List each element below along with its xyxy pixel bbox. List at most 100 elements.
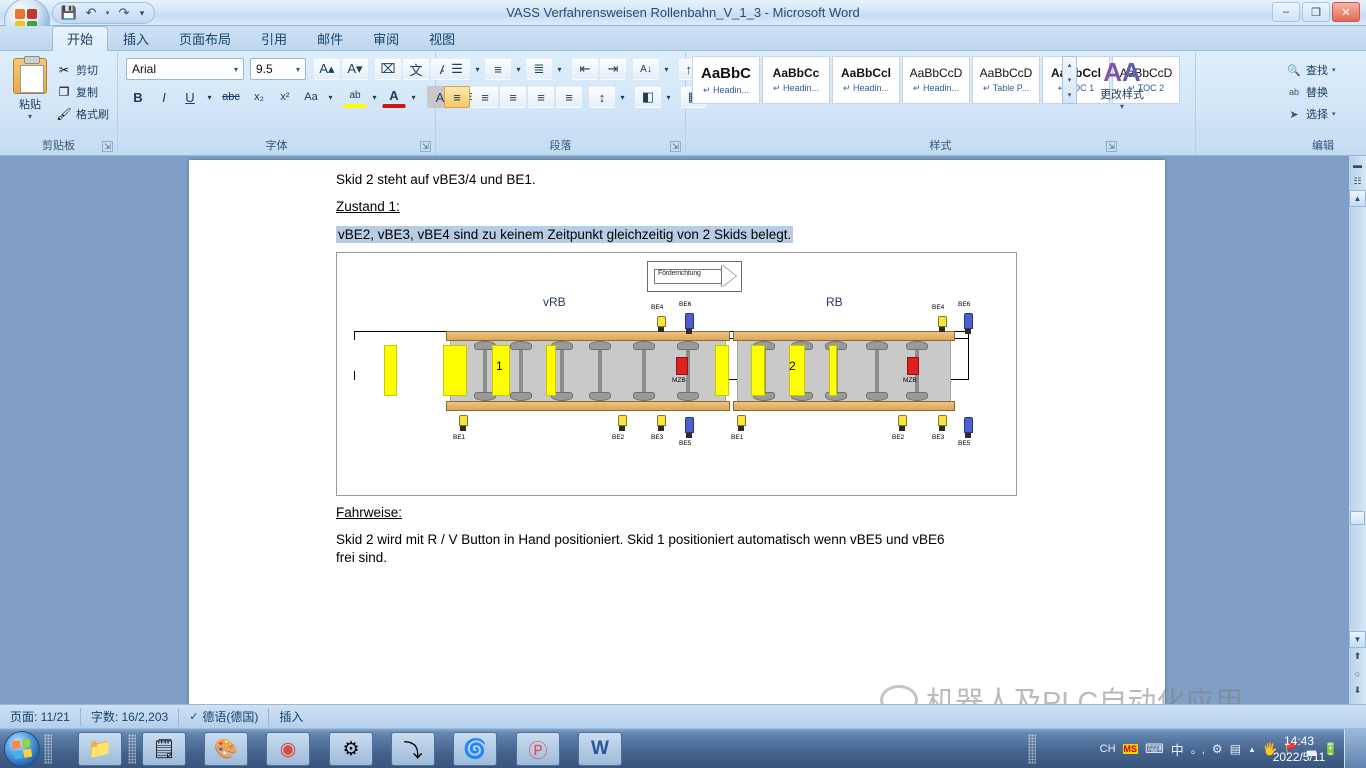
scrollbar-thumb[interactable] — [1350, 511, 1365, 525]
clear-formatting-icon[interactable]: ⌧ — [375, 58, 401, 80]
show-desktop-button[interactable] — [1344, 729, 1366, 768]
line-spacing-dropdown-icon[interactable]: ▾ — [617, 86, 628, 108]
minimize-button[interactable]: – — [1272, 2, 1300, 22]
tab-page-layout[interactable]: 页面布局 — [164, 26, 246, 51]
find-dropdown-icon[interactable]: ▾ — [1332, 66, 1336, 74]
style-item[interactable]: AaBbCcD ↵ Headin... — [902, 56, 970, 104]
clock[interactable]: 14:43 2022/5/11 — [1262, 733, 1336, 765]
ime-tool-icon[interactable]: ⚙ — [1212, 742, 1223, 756]
text-highlight-button[interactable]: ab — [343, 86, 367, 108]
subscript-button[interactable]: x₂ — [247, 86, 271, 108]
tab-references[interactable]: 引用 — [246, 26, 302, 51]
font-size-input[interactable]: 9.5 ▾ — [250, 58, 306, 80]
tab-insert[interactable]: 插入 — [108, 26, 164, 51]
phonetic-guide-icon[interactable]: 文 — [403, 58, 429, 80]
clipboard-dialog-launcher[interactable]: ⇲ — [102, 141, 113, 152]
find-button[interactable]: 🔍 查找 ▾ — [1286, 60, 1336, 80]
style-item[interactable]: AaBbCcl ↵ Headin... — [832, 56, 900, 104]
status-words[interactable]: 字数: 16/2,203 — [81, 707, 180, 726]
multilevel-list-button[interactable]: ≣ — [526, 58, 552, 80]
ime-punctuation-icon[interactable]: 。, — [1191, 741, 1205, 757]
multilevel-dropdown-icon[interactable]: ▾ — [554, 58, 565, 80]
next-page-icon[interactable]: ⬇ — [1349, 682, 1366, 699]
underline-dropdown-icon[interactable]: ▾ — [204, 86, 215, 108]
vertical-scrollbar[interactable]: ▬ ☷ ▲ ▼ ⬆ ○ ⬇ — [1349, 156, 1366, 704]
ime-menu-icon[interactable]: ▤ — [1230, 742, 1241, 756]
grow-font-button[interactable]: A▴ — [314, 58, 340, 80]
taskbar-button-chrome[interactable]: ◉ — [266, 732, 310, 766]
style-item[interactable]: AaBbCc ↵ Headin... — [762, 56, 830, 104]
distribute-button[interactable]: ≡ — [556, 86, 582, 108]
taskbar-grip-2[interactable] — [128, 734, 136, 764]
highlight-dropdown-icon[interactable]: ▾ — [369, 86, 380, 108]
bold-button[interactable]: B — [126, 86, 150, 108]
status-proofing[interactable]: ✓ 德语(德国) — [179, 707, 270, 726]
replace-button[interactable]: ab 替换 — [1286, 82, 1328, 102]
change-case-dropdown-icon[interactable]: ▾ — [325, 86, 336, 108]
taskbar-button-word[interactable]: W — [578, 732, 622, 766]
bullets-button[interactable]: ☰ — [444, 58, 470, 80]
styles-scroll-down-icon[interactable]: ▾ — [1063, 72, 1076, 87]
underline-button[interactable]: U — [178, 86, 202, 108]
select-dropdown-icon[interactable]: ▾ — [1332, 110, 1336, 118]
style-item[interactable]: AaBbC ↵ Headin... — [692, 56, 760, 104]
styles-more-icon[interactable]: ▾ — [1063, 88, 1076, 103]
change-styles-button[interactable]: AA 更改样式 ▾ — [1085, 58, 1159, 111]
ime-ch-label[interactable]: CH — [1100, 743, 1116, 755]
sort-button[interactable]: A↓ — [633, 58, 659, 80]
superscript-button[interactable]: x² — [273, 86, 297, 108]
taskbar-grip[interactable] — [44, 734, 52, 764]
align-right-button[interactable]: ≡ — [500, 86, 526, 108]
taskbar-button-explorer[interactable]: 📁 — [78, 732, 122, 766]
tab-mailings[interactable]: 邮件 — [302, 26, 358, 51]
justify-button[interactable]: ≡ — [528, 86, 554, 108]
scroll-up-button[interactable]: ▲ — [1349, 190, 1366, 207]
decrease-indent-button[interactable]: ⇤ — [572, 58, 598, 80]
paste-button[interactable]: 粘贴 ▾ — [8, 56, 52, 121]
tray-overflow-icon[interactable]: ▲ — [1248, 745, 1256, 754]
styles-scroll-up-icon[interactable]: ▴ — [1063, 57, 1076, 72]
paragraph-dialog-launcher[interactable]: ⇲ — [670, 141, 681, 152]
shading-button[interactable]: ◧ — [635, 86, 661, 108]
numbering-dropdown-icon[interactable]: ▾ — [513, 58, 524, 80]
tray-grip[interactable] — [1028, 734, 1036, 764]
numbering-button[interactable]: ≡ — [485, 58, 511, 80]
line-spacing-button[interactable]: ↕ — [589, 86, 615, 108]
change-styles-dropdown-icon[interactable]: ▾ — [1085, 102, 1159, 111]
shrink-font-button[interactable]: A▾ — [342, 58, 368, 80]
taskbar-button-media[interactable]: 🎨 — [204, 732, 248, 766]
taskbar-button-pdf[interactable]: Ⓟ — [516, 732, 560, 766]
tab-home[interactable]: 开始 — [52, 26, 109, 51]
status-page[interactable]: 页面: 11/21 — [0, 707, 81, 726]
change-case-button[interactable]: Aa — [299, 86, 323, 108]
cut-button[interactable]: ✂ 剪切 — [56, 60, 116, 80]
font-color-button[interactable]: A — [382, 86, 406, 108]
font-dialog-launcher[interactable]: ⇲ — [420, 141, 431, 152]
close-button[interactable]: ✕ — [1332, 2, 1360, 22]
font-size-dropdown-icon[interactable]: ▾ — [293, 65, 303, 74]
sort-dropdown-icon[interactable]: ▾ — [661, 58, 672, 80]
font-name-dropdown-icon[interactable]: ▾ — [231, 65, 241, 74]
status-insert-mode[interactable]: 插入 — [269, 708, 313, 726]
align-left-button[interactable]: ≡ — [444, 86, 470, 108]
scroll-down-button[interactable]: ▼ — [1349, 631, 1366, 648]
browse-object-icon[interactable]: ○ — [1349, 665, 1366, 682]
font-name-input[interactable]: Arial ▾ — [126, 58, 244, 80]
maximize-button[interactable]: ❐ — [1302, 2, 1330, 22]
select-button[interactable]: ➤ 选择 ▾ — [1286, 104, 1336, 124]
taskbar-button-chart[interactable]: ⤵ — [391, 732, 435, 766]
paste-dropdown-icon[interactable]: ▾ — [8, 112, 52, 121]
styles-scroll[interactable]: ▴ ▾ ▾ — [1062, 56, 1077, 104]
taskbar-button-calculator[interactable]: 🗒 — [142, 732, 186, 766]
style-item[interactable]: AaBbCcD ↵ Table P... — [972, 56, 1040, 104]
tab-view[interactable]: 视图 — [414, 26, 470, 51]
bullets-dropdown-icon[interactable]: ▾ — [472, 58, 483, 80]
ime-pad-icon[interactable]: ⌨ — [1145, 741, 1164, 757]
select-browse-object-icon[interactable]: ☷ — [1349, 173, 1366, 190]
taskbar-button-office[interactable]: 🌀 — [453, 732, 497, 766]
document-canvas[interactable]: Skid 2 steht auf vBE3/4 und BE1. Zustand… — [0, 156, 1366, 704]
shading-dropdown-icon[interactable]: ▾ — [663, 86, 674, 108]
increase-indent-button[interactable]: ⇥ — [600, 58, 626, 80]
taskbar-button-plc-editor[interactable]: ⚙ — [329, 732, 373, 766]
format-painter-button[interactable]: 🖌 格式刷 — [56, 104, 116, 124]
